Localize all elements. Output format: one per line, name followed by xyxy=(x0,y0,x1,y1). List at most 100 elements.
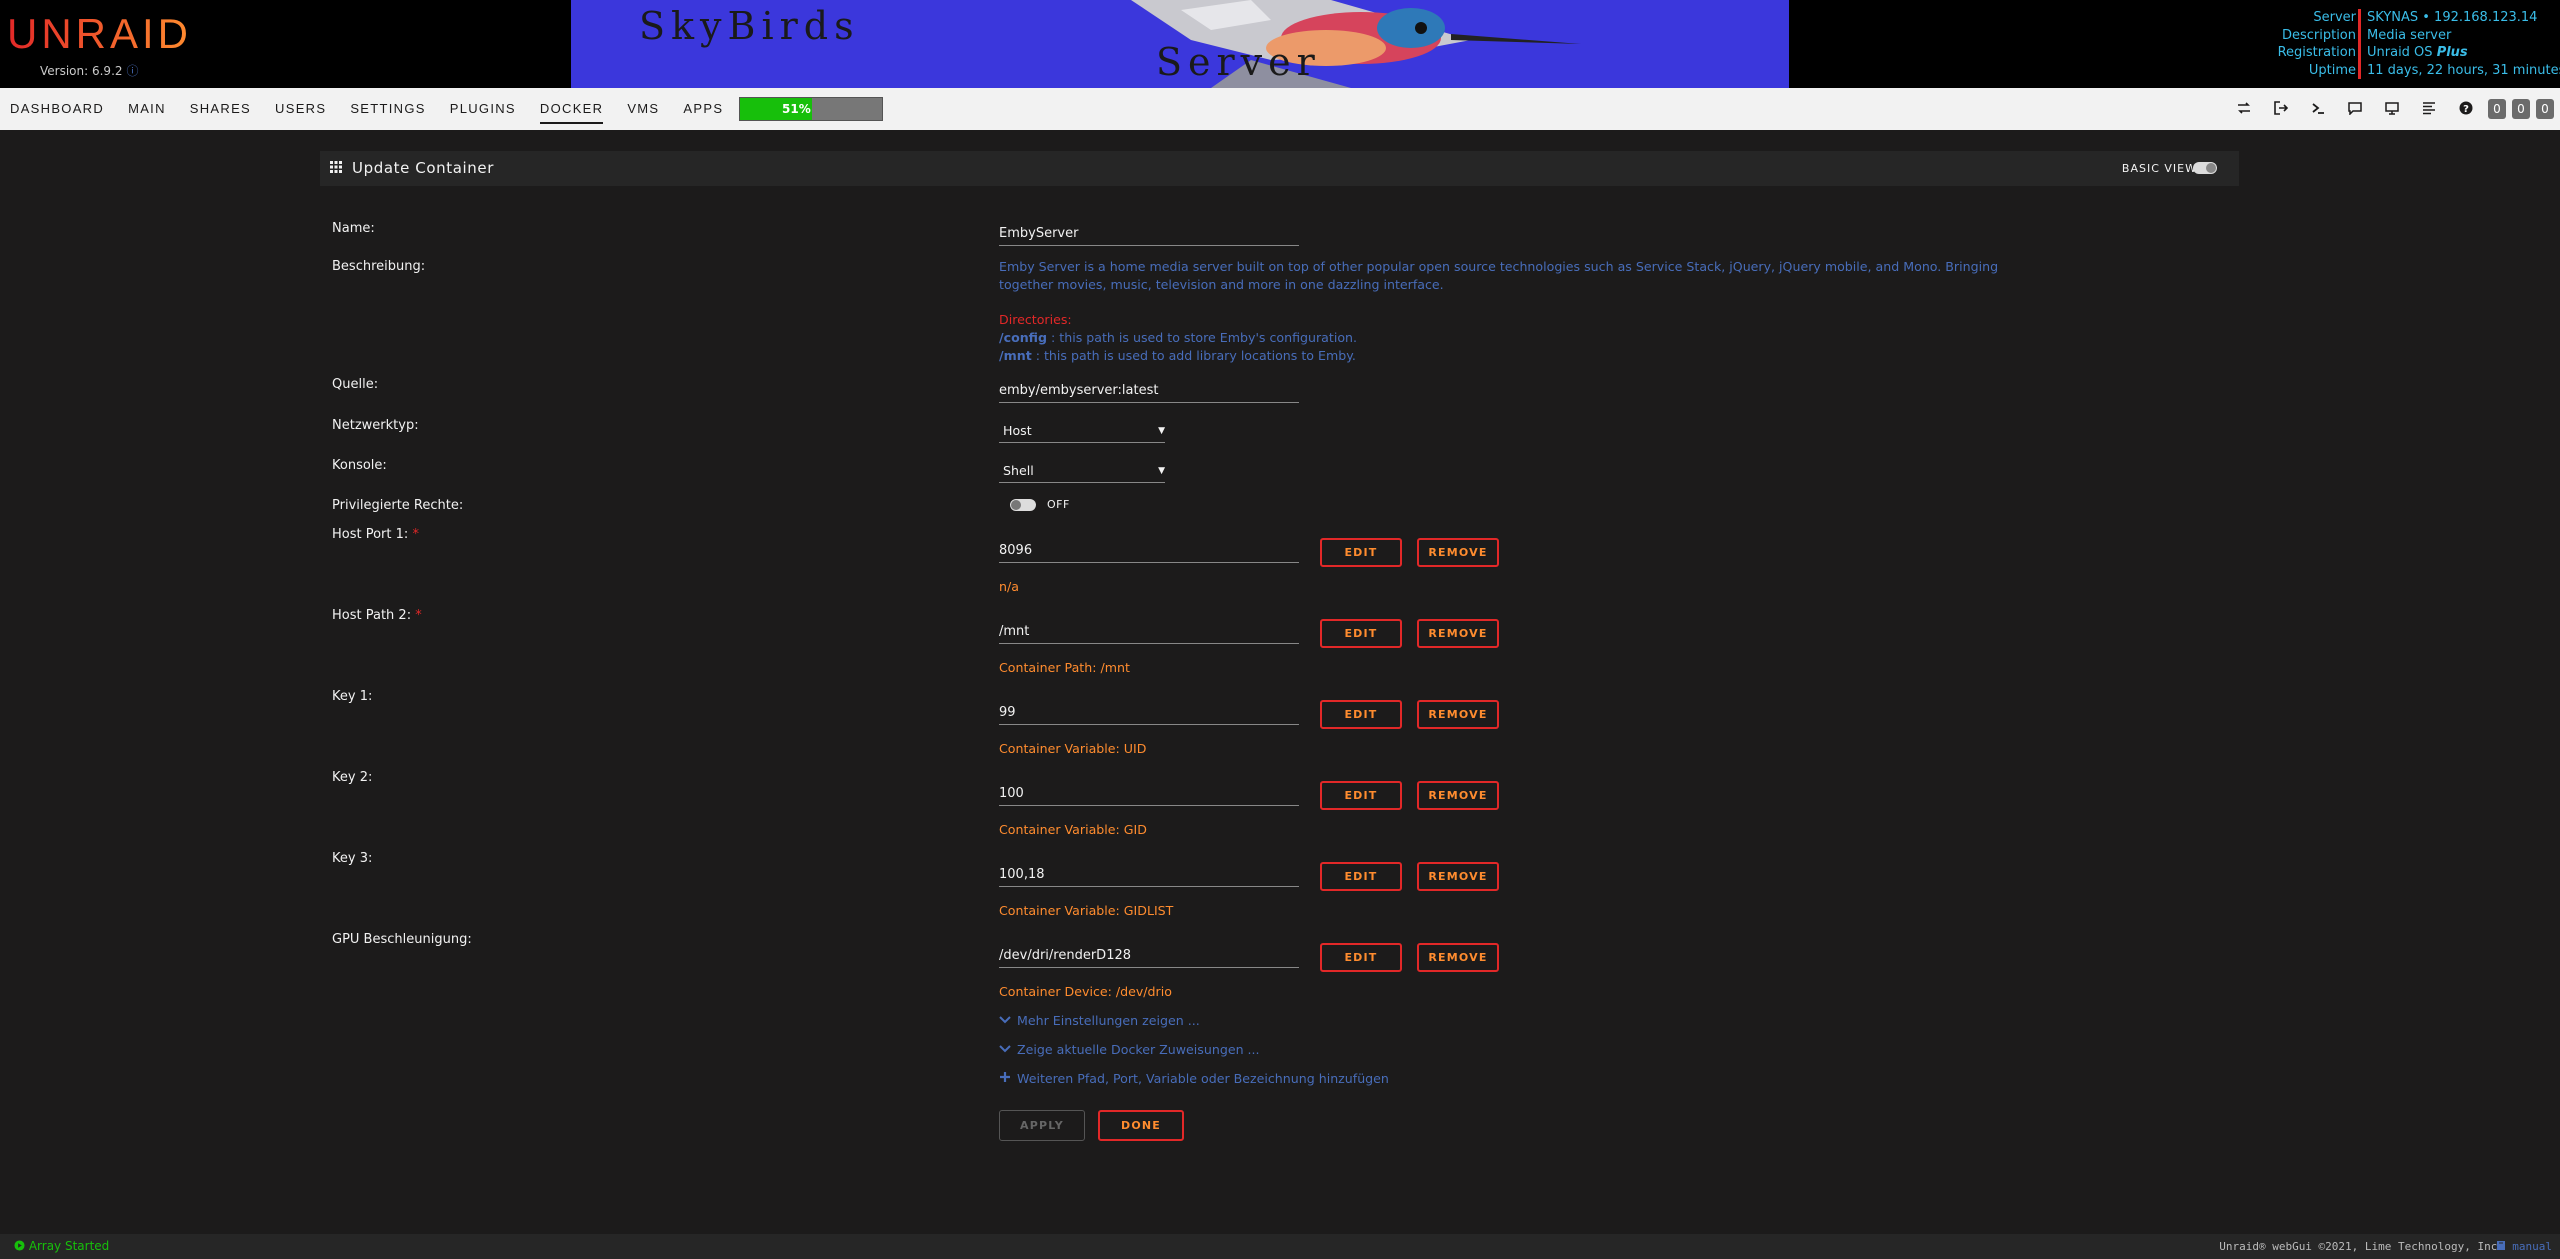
privileged-toggle[interactable] xyxy=(1010,499,1036,511)
key-2-edit-button[interactable]: EDIT xyxy=(1320,781,1402,810)
banner-title-1: SkyBirds xyxy=(639,4,860,48)
key-2-input[interactable]: 100 xyxy=(999,783,1299,806)
host-path-2-edit-button[interactable]: EDIT xyxy=(1320,619,1402,648)
grid-icon xyxy=(330,152,344,187)
nav-main[interactable]: MAIN xyxy=(128,88,166,130)
server-name: SKYNAS • 192.168.123.14 xyxy=(2367,10,2538,25)
svg-text:?: ? xyxy=(2463,104,2469,115)
directory-config-path: /config xyxy=(999,330,1048,345)
log-icon[interactable] xyxy=(2421,101,2437,117)
privileged-label: Privilegierte Rechte: xyxy=(332,498,464,513)
display-icon[interactable] xyxy=(2384,101,2400,117)
more-settings-text: Mehr Einstellungen zeigen ... xyxy=(1017,1013,1200,1028)
nav-docker[interactable]: DOCKER xyxy=(539,88,604,130)
done-button[interactable]: DONE xyxy=(1098,1110,1184,1141)
unraid-logo[interactable]: UNRAID xyxy=(7,12,192,56)
gpu-input[interactable]: /dev/dri/renderD128 xyxy=(999,945,1299,968)
host-port-1-edit-button[interactable]: EDIT xyxy=(1320,538,1402,567)
add-config-text: Weiteren Pfad, Port, Variable oder Bezei… xyxy=(1017,1071,1389,1086)
key-1-input[interactable]: 99 xyxy=(999,702,1299,725)
host-path-2-label-text: Host Path 2: xyxy=(332,608,412,623)
host-port-1-label-text: Host Port 1: xyxy=(332,527,409,542)
plus-icon xyxy=(999,1071,1013,1086)
gpu-detail: Container Device: /dev/drio xyxy=(999,984,1172,999)
key-3-remove-button[interactable]: REMOVE xyxy=(1417,862,1499,891)
source-label: Quelle: xyxy=(332,377,379,392)
nav-plugins[interactable]: PLUGINS xyxy=(450,88,516,130)
server-label: Server xyxy=(2313,10,2356,25)
page-title: Update Container xyxy=(330,151,494,187)
version-info: Version: 6.9.2 ⓘ xyxy=(40,62,139,79)
network-type-label: Netzwerktyp: xyxy=(332,418,419,433)
header: UNRAID Version: 6.9.2 ⓘ SkyBirds Server S… xyxy=(0,0,2560,88)
name-input[interactable]: EmbyServer xyxy=(999,223,1299,246)
basic-view-label: BASIC VIEW xyxy=(2121,162,2197,175)
more-settings-link[interactable]: Mehr Einstellungen zeigen ... xyxy=(999,1013,1200,1028)
host-path-2-remove-button[interactable]: REMOVE xyxy=(1417,619,1499,648)
page-title-text: Update Container xyxy=(352,159,494,177)
description-text: Emby Server is a home media server built… xyxy=(999,259,1999,292)
feedback-icon[interactable] xyxy=(2347,101,2363,117)
directory-config-text: : this path is used to store Emby's conf… xyxy=(1047,330,1358,345)
console-value: Shell xyxy=(1003,463,1034,478)
directory-mnt-text: : this path is used to add library locat… xyxy=(1031,348,1356,363)
basic-view-toggle[interactable] xyxy=(2193,162,2217,174)
directory-config: /config : this path is used to store Emb… xyxy=(999,330,1357,345)
required-marker: * xyxy=(412,527,419,542)
notice-badge-count[interactable]: 0 xyxy=(2536,99,2554,119)
copyright: Unraid® webGui ©2021, Lime Technology, I… xyxy=(2219,1240,2504,1253)
host-port-1-remove-button[interactable]: REMOVE xyxy=(1417,538,1499,567)
key-3-input[interactable]: 100,18 xyxy=(999,864,1299,887)
terminal-icon[interactable] xyxy=(2310,101,2326,117)
host-port-1-detail: n/a xyxy=(999,579,1019,594)
directory-mnt: /mnt : this path is used to add library … xyxy=(999,348,1356,363)
gpu-edit-button[interactable]: EDIT xyxy=(1320,943,1402,972)
key-1-edit-button[interactable]: EDIT xyxy=(1320,700,1402,729)
dropdown-arrow-icon: ▼ xyxy=(1158,466,1165,476)
privileged-state: OFF xyxy=(1047,498,1070,511)
nav-settings[interactable]: SETTINGS xyxy=(350,88,425,130)
switch-language-icon[interactable] xyxy=(2236,101,2252,117)
logout-icon[interactable] xyxy=(2273,101,2289,117)
key-1-remove-button[interactable]: REMOVE xyxy=(1417,700,1499,729)
uptime-label: Uptime xyxy=(2308,62,2356,78)
array-status: Array Started xyxy=(14,1234,109,1259)
network-type-select[interactable]: Host ▼ xyxy=(999,420,1165,443)
nav-shares[interactable]: SHARES xyxy=(190,88,251,130)
chevron-down-icon xyxy=(999,1013,1013,1028)
host-path-2-input[interactable]: /mnt xyxy=(999,621,1299,644)
source-input[interactable]: emby/embyserver:latest xyxy=(999,380,1299,403)
warning-badge-count[interactable]: 0 xyxy=(2512,99,2530,119)
add-config-link[interactable]: Weiteren Pfad, Port, Variable oder Bezei… xyxy=(999,1071,1389,1086)
nav-bar: DASHBOARD MAIN SHARES USERS SETTINGS PLU… xyxy=(10,88,822,130)
nav-users[interactable]: USERS xyxy=(275,88,326,130)
manual-link[interactable]: manual xyxy=(2496,1234,2552,1259)
key-3-detail: Container Variable: GIDLIST xyxy=(999,903,1174,918)
description-label: Beschreibung: xyxy=(332,259,426,274)
server-info-labels: Server Description Registration Uptime xyxy=(2278,9,2356,79)
gpu-remove-button[interactable]: REMOVE xyxy=(1417,943,1499,972)
nav-apps[interactable]: APPS xyxy=(683,88,723,130)
registration-prefix: Unraid OS xyxy=(2367,45,2437,60)
name-label: Name: xyxy=(332,221,375,236)
registration-label: Registration xyxy=(2277,45,2356,60)
cpu-load-bar[interactable]: 51% xyxy=(739,97,883,121)
array-status-text: Array Started xyxy=(28,1239,110,1253)
directories-header: Directories: xyxy=(999,312,1072,327)
info-icon[interactable]: ⓘ xyxy=(127,64,139,78)
registration-plus: Plus xyxy=(2436,45,2468,60)
version-label: Version: 6.9.2 xyxy=(40,64,123,78)
show-allocations-link[interactable]: Zeige aktuelle Docker Zuweisungen ... xyxy=(999,1042,1260,1057)
nav-vms[interactable]: VMS xyxy=(627,88,659,130)
key-2-detail: Container Variable: GID xyxy=(999,822,1147,837)
nav-dashboard[interactable]: DASHBOARD xyxy=(10,88,104,130)
key-3-edit-button[interactable]: EDIT xyxy=(1320,862,1402,891)
uptime-value: 11 days, 22 hours, 31 minutes xyxy=(2367,62,2560,78)
key-2-remove-button[interactable]: REMOVE xyxy=(1417,781,1499,810)
console-select[interactable]: Shell ▼ xyxy=(999,460,1165,483)
alert-badge-count[interactable]: 0 xyxy=(2488,99,2506,119)
help-icon[interactable]: ? xyxy=(2458,101,2474,117)
host-port-1-input[interactable]: 8096 xyxy=(999,540,1299,563)
apply-button[interactable]: APPLY xyxy=(999,1110,1085,1141)
registration-value[interactable]: Unraid OS Plus xyxy=(2367,44,2552,62)
